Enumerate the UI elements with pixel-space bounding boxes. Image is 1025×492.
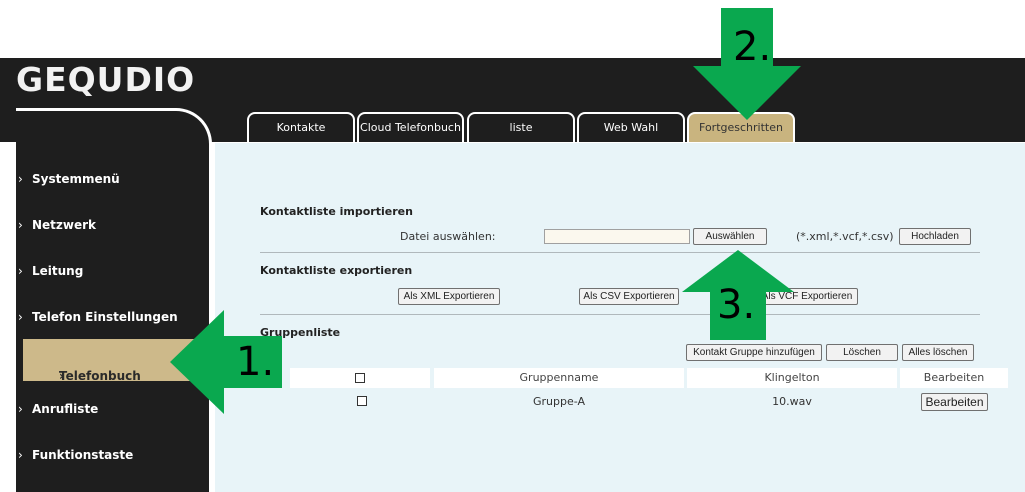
table-header-name: Gruppenname bbox=[434, 368, 684, 388]
import-title: Kontaktliste importieren bbox=[260, 205, 413, 218]
sidebar-item-leitung[interactable]: › Leitung bbox=[18, 264, 83, 278]
sidebar-item-telefon-einstellungen[interactable]: › Telefon Einstellungen bbox=[18, 310, 178, 324]
table-header-select bbox=[290, 368, 430, 388]
export-xml-button[interactable]: Als XML Exportieren bbox=[398, 288, 500, 305]
chevron-right-icon: › bbox=[18, 402, 23, 416]
sidebar bbox=[16, 108, 212, 492]
tab-kontakte[interactable]: Kontakte bbox=[247, 112, 355, 142]
file-label: Datei auswählen: bbox=[400, 230, 496, 243]
step-1-label: 1. bbox=[236, 339, 275, 385]
table-header-edit: Bearbeiten bbox=[900, 368, 1008, 388]
file-input[interactable] bbox=[544, 229, 690, 244]
sidebar-item-netzwerk[interactable]: › Netzwerk bbox=[18, 218, 96, 232]
select-all-checkbox[interactable] bbox=[355, 373, 365, 383]
export-title: Kontaktliste exportieren bbox=[260, 264, 413, 277]
delete-button[interactable]: Löschen bbox=[826, 344, 898, 361]
group-name-cell: Gruppe-A bbox=[532, 395, 585, 408]
row-checkbox[interactable] bbox=[357, 396, 367, 406]
ringtone-cell: 10.wav bbox=[772, 395, 812, 408]
chevron-right-icon: › bbox=[18, 310, 23, 324]
step-3-label: 3. bbox=[717, 282, 756, 328]
step-2-label: 2. bbox=[733, 24, 772, 70]
tab-liste[interactable]: liste bbox=[467, 112, 575, 142]
divider bbox=[260, 252, 980, 253]
edit-group-button[interactable]: Bearbeiten bbox=[921, 393, 988, 411]
tab-web-wahl[interactable]: Web Wahl bbox=[577, 112, 685, 142]
delete-all-button[interactable]: Alles löschen bbox=[902, 344, 974, 361]
export-csv-button[interactable]: Als CSV Exportieren bbox=[579, 288, 679, 305]
divider bbox=[260, 314, 980, 315]
add-group-button[interactable]: Kontakt Gruppe hinzufügen bbox=[686, 344, 822, 361]
chevron-right-icon: › bbox=[18, 448, 23, 462]
chevron-right-icon: › bbox=[18, 218, 23, 232]
logo: GEQUDIO bbox=[16, 60, 196, 99]
sidebar-item-anrufliste[interactable]: › Anrufliste bbox=[18, 402, 98, 416]
tab-cloud-telefonbuch[interactable]: Cloud Telefonbuch bbox=[357, 112, 464, 142]
file-formats: (*.xml,*.vcf,*.csv) bbox=[796, 230, 894, 243]
table-header-ringtone: Klingelton bbox=[687, 368, 897, 388]
upload-button[interactable]: Hochladen bbox=[899, 228, 971, 245]
chevron-right-icon: › bbox=[18, 172, 23, 186]
choose-file-button[interactable]: Auswählen bbox=[693, 228, 767, 245]
sidebar-item-funktionstaste[interactable]: › Funktionstaste bbox=[18, 448, 133, 462]
content-panel bbox=[215, 143, 1025, 492]
sidebar-item-systemmenu[interactable]: › Systemmenü bbox=[18, 172, 120, 186]
chevron-right-icon: › bbox=[18, 264, 23, 278]
